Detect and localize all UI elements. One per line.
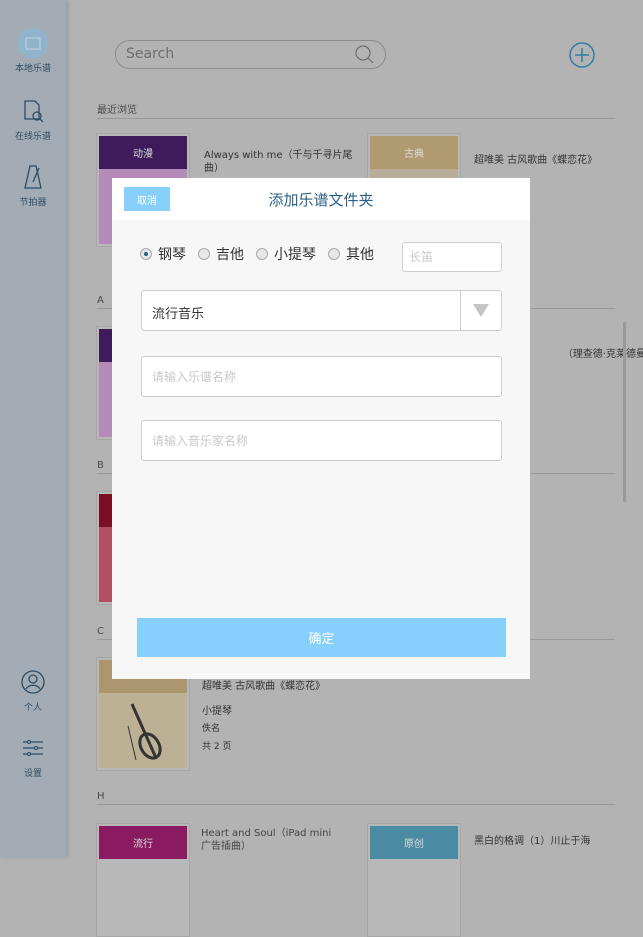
sidebar: 本地乐谱 在线乐谱 节拍器 个人 设置 — [0, 0, 66, 857]
folder-icon — [18, 28, 48, 58]
dialog-title: 添加乐谱文件夹 — [268, 191, 374, 209]
radio-violin[interactable]: 小提琴 — [256, 244, 316, 264]
radio-label: 其他 — [346, 247, 374, 263]
sidebar-item-label: 个人 — [23, 703, 42, 713]
search-placeholder: Search — [126, 46, 175, 62]
search-input[interactable]: Search — [115, 40, 386, 69]
card-title: 理查德·克莱德曼） — [566, 349, 643, 360]
instrument-radio-group: 钢琴 吉他 小提琴 其他 — [140, 244, 386, 264]
score-card[interactable]: 原创 — [367, 823, 461, 937]
score-name-input[interactable] — [141, 356, 502, 397]
radio-other[interactable]: 其他 — [328, 244, 374, 264]
card-title: Heart and Soul（iPad mini 广告插曲） — [201, 828, 332, 852]
sidebar-item-profile[interactable]: 个人 — [0, 667, 66, 713]
section-header-h: H — [97, 791, 615, 805]
sidebar-item-label: 设置 — [23, 769, 42, 779]
dropdown-arrow-icon[interactable] — [460, 291, 501, 330]
search-icon — [355, 45, 374, 64]
score-card[interactable]: 流行 — [96, 823, 190, 937]
card-instrument: 小提琴 — [202, 706, 232, 717]
radio-label: 小提琴 — [274, 247, 316, 263]
radio-piano[interactable]: 钢琴 — [140, 244, 186, 264]
add-icon[interactable] — [569, 42, 595, 68]
sidebar-item-local-scores[interactable]: 本地乐谱 — [0, 28, 66, 74]
other-instrument-input[interactable] — [402, 242, 502, 272]
section-header-recent: 最近浏览 — [97, 101, 615, 119]
card-title: 超唯美 古风歌曲《蝶恋花》 — [474, 155, 598, 166]
sidebar-item-online-scores[interactable]: 在线乐谱 — [0, 96, 66, 142]
confirm-button[interactable]: 确定 — [137, 618, 506, 657]
sidebar-item-label: 本地乐谱 — [14, 64, 51, 74]
sidebar-item-label: 节拍器 — [19, 198, 47, 208]
radio-label: 吉他 — [216, 247, 244, 263]
metronome-icon — [18, 162, 48, 192]
radio-button[interactable] — [198, 248, 210, 260]
radio-button[interactable] — [328, 248, 340, 260]
composer-name-input[interactable] — [141, 420, 502, 461]
category-value: 流行音乐 — [152, 307, 205, 322]
dialog-header: 取消 添加乐谱文件夹 — [112, 178, 530, 220]
card-tag: 动漫 — [99, 136, 187, 169]
card-tag: 流行 — [99, 826, 187, 859]
card-title: 黑白的格调（1）川止于海 — [474, 836, 591, 847]
card-tag: 原创 — [370, 826, 458, 859]
card-tag: 古典 — [370, 136, 458, 169]
radio-guitar[interactable]: 吉他 — [198, 244, 244, 264]
card-title: 超唯美 古风歌曲《蝶恋花》 — [202, 681, 326, 692]
sidebar-item-settings[interactable]: 设置 — [0, 733, 66, 779]
category-dropdown[interactable]: 流行音乐 — [141, 290, 502, 331]
card-title: Always with me（千与千寻片尾曲） — [204, 150, 353, 174]
sidebar-item-metronome[interactable]: 节拍器 — [0, 162, 66, 208]
radio-button[interactable] — [140, 248, 152, 260]
sidebar-item-label: 在线乐谱 — [14, 132, 51, 142]
user-icon — [18, 667, 48, 697]
card-pages: 共 2 页 — [202, 742, 232, 752]
radio-label: 钢琴 — [158, 247, 186, 263]
add-folder-dialog: 取消 添加乐谱文件夹 钢琴 吉他 小提琴 其他 流行音乐 确定 — [112, 178, 530, 679]
scrollbar[interactable] — [623, 322, 626, 502]
card-composer: 佚名 — [202, 724, 221, 734]
violin-icon — [127, 702, 162, 760]
sliders-icon — [18, 733, 48, 763]
radio-button[interactable] — [256, 248, 268, 260]
search-document-icon — [18, 96, 48, 126]
